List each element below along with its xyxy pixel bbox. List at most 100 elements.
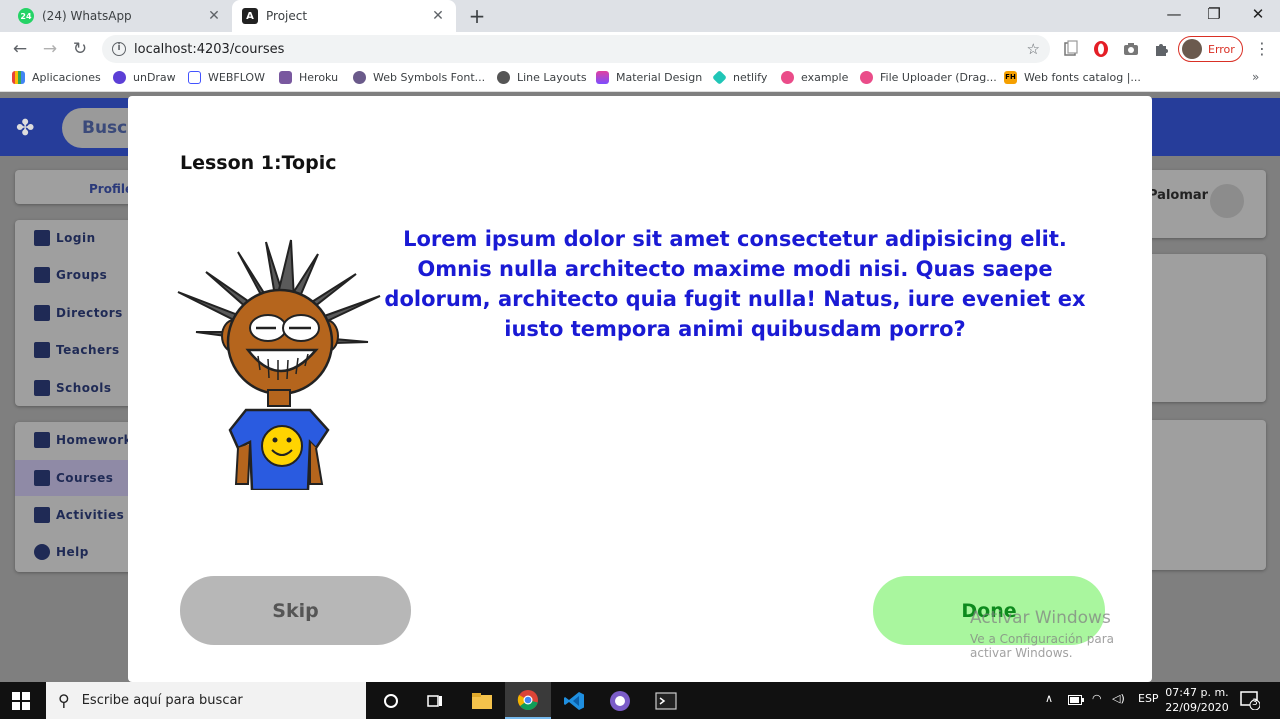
help-icon <box>34 544 50 560</box>
tab-label: Project <box>266 9 308 23</box>
webflow-icon <box>188 71 201 84</box>
more-bookmarks-icon[interactable]: » <box>1252 70 1259 84</box>
sidebar-item-courses[interactable]: Courses <box>34 470 113 486</box>
sidebar-item-groups[interactable]: Groups <box>34 267 107 283</box>
heroku-icon <box>279 71 292 84</box>
bookmark-item[interactable]: netlify <box>712 70 767 85</box>
windows-start-icon[interactable] <box>12 692 30 710</box>
bookmark-item[interactable]: example <box>781 71 848 84</box>
clock[interactable]: 07:47 p. m. 22/09/2020 <box>1162 685 1232 715</box>
right-card <box>1146 420 1266 570</box>
file-explorer-icon[interactable] <box>459 682 505 719</box>
close-icon[interactable]: ✕ <box>206 8 222 24</box>
restore-button[interactable]: ❐ <box>1192 0 1236 30</box>
bookmark-item[interactable]: File Uploader (Drag... <box>860 71 997 84</box>
person-icon <box>34 305 50 321</box>
lesson-title: Lesson 1:Topic <box>180 152 337 174</box>
close-window-button[interactable]: ✕ <box>1236 0 1280 30</box>
windows-taskbar: ⚲ Escribe aquí para buscar ∧ ◠ ◁) ESP 07… <box>0 682 1280 719</box>
language-indicator[interactable]: ESP <box>1138 692 1159 705</box>
task-view-icon[interactable] <box>412 682 458 719</box>
forward-button[interactable]: → <box>39 38 61 60</box>
clipboard-list-icon <box>34 507 50 523</box>
extension-icon[interactable] <box>1062 40 1080 58</box>
sidebar-item-homework[interactable]: Homework <box>34 432 132 448</box>
building-icon <box>34 380 50 396</box>
watermark-line: Activar Windows <box>970 608 1111 628</box>
undraw-icon <box>113 71 126 84</box>
tab-project[interactable]: A Project ✕ <box>232 0 456 32</box>
profile-status: Error <box>1208 42 1235 56</box>
reload-button[interactable]: ↻ <box>69 38 91 60</box>
dribbble-icon <box>781 71 794 84</box>
avatar[interactable] <box>1210 184 1244 218</box>
character-illustration <box>177 239 381 490</box>
angular-icon: A <box>242 8 258 24</box>
bookmark-item[interactable]: WEBFLOW <box>188 71 265 84</box>
globe-icon <box>497 71 510 84</box>
login-icon <box>34 230 50 246</box>
material-design-icon <box>596 71 609 84</box>
profile-error-button[interactable]: Error <box>1178 36 1243 62</box>
puzzle-icon[interactable] <box>1152 40 1170 58</box>
user-name: Palomar <box>1148 188 1209 203</box>
sidebar-item-help[interactable]: Help <box>34 544 89 560</box>
taskbar-search-input[interactable]: ⚲ Escribe aquí para buscar <box>46 682 366 719</box>
bookmark-item[interactable]: unDraw <box>113 71 176 84</box>
tab-whatsapp[interactable]: 24 (24) WhatsApp ✕ <box>8 0 232 32</box>
bookmarks-bar: Aplicaciones unDraw WEBFLOW Heroku Web S… <box>0 66 1280 92</box>
book-icon <box>34 470 50 486</box>
bookmark-item[interactable]: Web Symbols Font... <box>353 71 485 84</box>
wifi-icon[interactable]: ◠ <box>1092 692 1102 705</box>
lesson-modal: Lesson 1:Topic Lorem ipsum dolor sit ame… <box>128 96 1152 682</box>
skip-button[interactable]: Skip <box>180 576 411 645</box>
app-icon[interactable] <box>597 682 643 719</box>
minimize-button[interactable]: — <box>1152 0 1196 30</box>
chevron-up-icon[interactable]: ∧ <box>1045 692 1053 705</box>
battery-icon[interactable] <box>1068 695 1084 705</box>
notification-icon[interactable]: 3 <box>1240 690 1261 711</box>
notification-count: 3 <box>1252 698 1258 708</box>
sidebar-item-directors[interactable]: Directors <box>34 305 123 321</box>
tab-profile[interactable]: Profile <box>89 182 133 196</box>
windows-activation-watermark: Activar Windows Ve a Configuración para … <box>970 608 1152 660</box>
sidebar-item-activities[interactable]: Activities <box>34 507 124 523</box>
chrome-icon[interactable] <box>505 682 551 719</box>
bookmark-item[interactable]: Heroku <box>279 71 338 84</box>
close-icon[interactable]: ✕ <box>430 8 446 24</box>
star-icon[interactable]: ☆ <box>1027 40 1040 58</box>
bookmark-item[interactable]: Line Layouts <box>497 71 587 84</box>
clipboard-icon <box>34 432 50 448</box>
sidebar-item-login[interactable]: Login <box>34 230 96 246</box>
fonthaus-icon: FH <box>1004 71 1017 84</box>
volume-icon[interactable]: ◁) <box>1112 692 1125 705</box>
logo-icon: ✤ <box>16 116 35 141</box>
browser-tabbar: 24 (24) WhatsApp ✕ A Project ✕ + — ❐ ✕ <box>0 0 1280 32</box>
new-tab-button[interactable]: + <box>466 5 488 27</box>
bookmark-item[interactable]: Material Design <box>596 71 702 84</box>
date: 22/09/2020 <box>1165 701 1229 714</box>
back-button[interactable]: ← <box>9 38 31 60</box>
sidebar-item-schools[interactable]: Schools <box>34 380 112 396</box>
terminal-icon[interactable] <box>643 682 689 719</box>
dribbble-icon <box>860 71 873 84</box>
bookmark-item[interactable]: FH Web fonts catalog |... <box>1004 71 1141 84</box>
camera-icon[interactable] <box>1122 40 1140 58</box>
info-icon[interactable]: i <box>112 42 126 56</box>
netlify-icon <box>712 70 727 85</box>
sidebar-item-teachers[interactable]: Teachers <box>34 342 120 358</box>
accessibility-icon <box>34 342 50 358</box>
cortana-icon[interactable] <box>368 682 414 719</box>
user-card <box>1146 170 1266 238</box>
search-icon: ⚲ <box>58 691 70 710</box>
web-symbols-icon <box>353 71 366 84</box>
time: 07:47 p. m. <box>1165 686 1229 699</box>
eye-icon <box>34 267 50 283</box>
lesson-body: Lorem ipsum dolor sit amet consectetur a… <box>384 227 1086 341</box>
address-bar[interactable]: i localhost:4203/courses ☆ <box>102 35 1050 63</box>
bookmark-item[interactable]: Aplicaciones <box>12 71 101 84</box>
opera-icon[interactable] <box>1092 40 1110 58</box>
vscode-icon[interactable] <box>551 682 597 719</box>
browser-toolbar: ← → ↻ i localhost:4203/courses ☆ Error ⋮ <box>0 32 1280 66</box>
menu-icon[interactable]: ⋮ <box>1254 39 1270 58</box>
